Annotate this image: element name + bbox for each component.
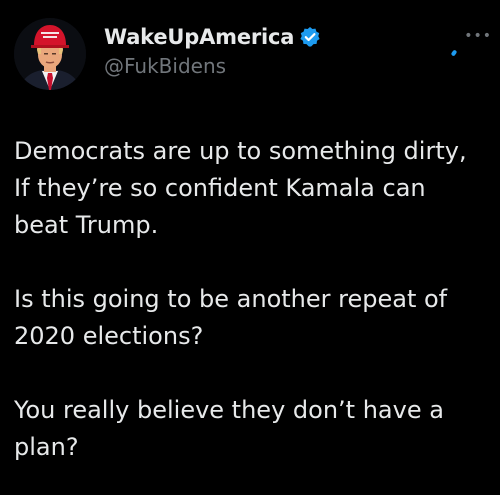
display-name[interactable]: WakeUpAmerica <box>104 25 294 49</box>
tweet-paragraph: Democrats are up to something dirty, If … <box>14 133 496 244</box>
verified-badge-icon <box>299 26 321 48</box>
tweet-card: WakeUpAmerica @FukBidens ••• Democrats a… <box>0 0 500 495</box>
tweet-line: 2020 elections? <box>14 322 204 350</box>
author-info: WakeUpAmerica @FukBidens <box>104 22 321 78</box>
tweet-line: plan? <box>14 433 79 461</box>
tweet-paragraph: Is this going to be another repeat of 20… <box>14 281 496 355</box>
user-handle[interactable]: @FukBidens <box>104 54 321 78</box>
tweet-text: Democrats are up to something dirty, If … <box>14 133 496 466</box>
tweet-line: If they’re so confident Kamala can <box>14 174 426 202</box>
tweet-paragraph: You really believe they don’t have a pla… <box>14 392 496 466</box>
tweet-line: Is this going to be another repeat of <box>14 285 448 313</box>
tweet-line: You really believe they don’t have a <box>14 396 444 424</box>
blue-mark <box>450 49 458 57</box>
avatar-image <box>14 18 86 90</box>
avatar[interactable] <box>14 18 86 90</box>
tweet-line: beat Trump. <box>14 211 159 239</box>
display-name-row: WakeUpAmerica <box>104 22 321 52</box>
tweet-line: Democrats are up to something dirty, <box>14 137 467 165</box>
more-options-icon[interactable]: ••• <box>464 28 492 44</box>
